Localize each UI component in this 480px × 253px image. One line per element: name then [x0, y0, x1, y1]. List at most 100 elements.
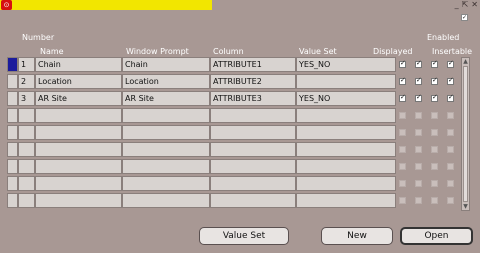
insertable-checkbox[interactable] [447, 76, 454, 85]
row-selector[interactable] [7, 108, 18, 123]
cell-prompt[interactable] [122, 142, 210, 157]
table-row[interactable] [7, 176, 396, 192]
header-checkbox[interactable]: ✓ [461, 14, 468, 21]
cell-column[interactable] [210, 125, 296, 140]
cell-name[interactable]: Chain [35, 57, 122, 72]
insertable-checkbox[interactable] [447, 129, 454, 136]
insertable-checkbox[interactable] [447, 93, 454, 102]
displayed-checkbox[interactable] [415, 146, 422, 153]
cell-name[interactable] [35, 193, 122, 208]
row-selector[interactable] [7, 74, 18, 89]
cell-name[interactable]: Location [35, 74, 122, 89]
enabled-checkbox[interactable] [399, 129, 406, 136]
cell-value-set[interactable] [296, 74, 396, 89]
open-button[interactable]: Open [400, 227, 473, 245]
updatable-checkbox[interactable] [431, 76, 438, 85]
row-selector[interactable] [7, 125, 18, 140]
row-selector[interactable] [7, 91, 18, 106]
scroll-thumb[interactable] [463, 66, 468, 202]
updatable-checkbox[interactable] [431, 59, 438, 68]
cell-prompt[interactable] [122, 193, 210, 208]
row-selector[interactable] [7, 193, 18, 208]
insertable-checkbox[interactable] [447, 197, 454, 204]
cell-num[interactable]: 3 [18, 91, 35, 106]
row-selector[interactable] [7, 142, 18, 157]
cell-column[interactable] [210, 176, 296, 191]
new-button[interactable]: New [321, 227, 393, 245]
cell-column[interactable] [210, 142, 296, 157]
cell-num[interactable] [18, 193, 35, 208]
cell-num[interactable] [18, 176, 35, 191]
cell-prompt[interactable]: AR Site [122, 91, 210, 106]
insertable-checkbox[interactable] [447, 163, 454, 170]
enabled-checkbox[interactable] [399, 59, 406, 68]
cell-name[interactable] [35, 108, 122, 123]
insertable-checkbox[interactable] [447, 146, 454, 153]
displayed-checkbox[interactable] [415, 163, 422, 170]
cell-value-set[interactable] [296, 108, 396, 123]
cell-num[interactable] [18, 108, 35, 123]
cell-name[interactable]: AR Site [35, 91, 122, 106]
cell-value-set[interactable] [296, 142, 396, 157]
restore-icon[interactable]: ⇱ [462, 0, 469, 10]
enabled-checkbox[interactable] [399, 146, 406, 153]
value-set-button[interactable]: Value Set [199, 227, 289, 245]
close-icon[interactable]: ✕ [471, 0, 478, 10]
table-row[interactable]: 3 AR Site AR Site ATTRIBUTE3 YES_NO [7, 91, 396, 107]
displayed-checkbox[interactable] [415, 59, 422, 68]
cell-num[interactable]: 1 [18, 57, 35, 72]
updatable-checkbox[interactable] [431, 93, 438, 102]
cell-column[interactable]: ATTRIBUTE1 [210, 57, 296, 72]
cell-num[interactable] [18, 159, 35, 174]
enabled-checkbox[interactable] [399, 163, 406, 170]
table-row[interactable] [7, 125, 396, 141]
cell-name[interactable] [35, 125, 122, 140]
cell-prompt[interactable]: Chain [122, 57, 210, 72]
insertable-checkbox[interactable] [447, 180, 454, 187]
row-selector[interactable] [7, 176, 18, 191]
displayed-checkbox[interactable] [415, 76, 422, 85]
enabled-checkbox[interactable] [399, 93, 406, 102]
row-selector[interactable] [7, 57, 18, 72]
enabled-checkbox[interactable] [399, 112, 406, 119]
updatable-checkbox[interactable] [431, 163, 438, 170]
displayed-checkbox[interactable] [415, 93, 422, 102]
insertable-checkbox[interactable] [447, 112, 454, 119]
updatable-checkbox[interactable] [431, 146, 438, 153]
cell-column[interactable]: ATTRIBUTE2 [210, 74, 296, 89]
cell-column[interactable] [210, 193, 296, 208]
table-row[interactable] [7, 159, 396, 175]
cell-value-set[interactable] [296, 125, 396, 140]
cell-column[interactable] [210, 108, 296, 123]
displayed-checkbox[interactable] [415, 129, 422, 136]
cell-name[interactable] [35, 159, 122, 174]
table-row[interactable] [7, 108, 396, 124]
cell-prompt[interactable] [122, 176, 210, 191]
table-row[interactable] [7, 193, 396, 209]
updatable-checkbox[interactable] [431, 129, 438, 136]
scroll-down-icon[interactable]: ▼ [462, 203, 469, 210]
cell-prompt[interactable] [122, 108, 210, 123]
cell-num[interactable] [18, 142, 35, 157]
cell-value-set[interactable] [296, 176, 396, 191]
enabled-checkbox[interactable] [399, 197, 406, 204]
cell-num[interactable]: 2 [18, 74, 35, 89]
cell-num[interactable] [18, 125, 35, 140]
cell-value-set[interactable]: YES_NO [296, 91, 396, 106]
enabled-checkbox[interactable] [399, 180, 406, 187]
enabled-checkbox[interactable] [399, 76, 406, 85]
table-row[interactable] [7, 142, 396, 158]
displayed-checkbox[interactable] [415, 112, 422, 119]
cell-value-set[interactable] [296, 159, 396, 174]
cell-name[interactable] [35, 142, 122, 157]
cell-column[interactable] [210, 159, 296, 174]
cell-prompt[interactable] [122, 125, 210, 140]
cell-value-set[interactable] [296, 193, 396, 208]
cell-name[interactable] [35, 176, 122, 191]
displayed-checkbox[interactable] [415, 180, 422, 187]
minimize-icon[interactable]: _ [455, 0, 459, 10]
vertical-scrollbar[interactable]: ▲ ▼ [461, 57, 470, 211]
updatable-checkbox[interactable] [431, 180, 438, 187]
displayed-checkbox[interactable] [415, 197, 422, 204]
updatable-checkbox[interactable] [431, 112, 438, 119]
